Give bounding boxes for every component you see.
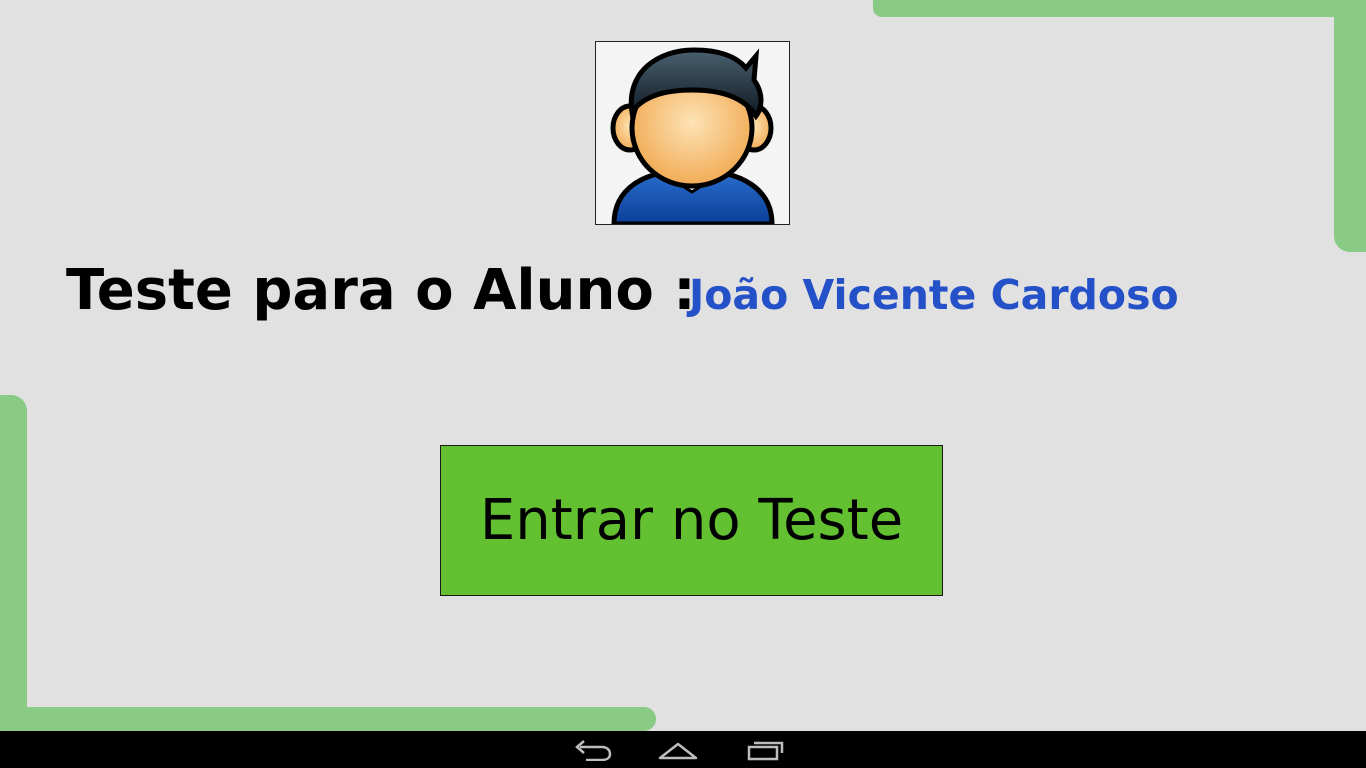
back-icon[interactable]: [562, 731, 622, 768]
home-icon[interactable]: [648, 731, 708, 768]
page-title: Teste para o Aluno :: [66, 258, 696, 323]
student-avatar-icon: [595, 41, 790, 225]
recent-apps-icon[interactable]: [735, 731, 795, 768]
system-navbar: [0, 731, 1366, 768]
student-name: João Vicente Cardoso: [689, 271, 1179, 319]
enter-test-button[interactable]: Entrar no Teste: [440, 445, 943, 596]
frame-bar-bottom: [0, 707, 656, 731]
frame-bar-top: [873, 0, 1366, 17]
frame-bar-left: [0, 395, 27, 731]
frame-bar-right: [1334, 0, 1366, 252]
